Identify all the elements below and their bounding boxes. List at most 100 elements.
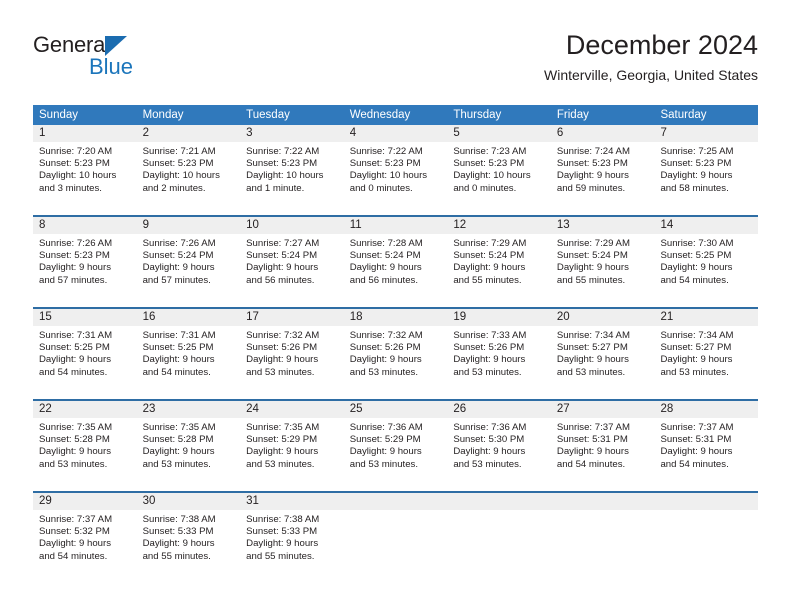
day-cell[interactable]: Sunrise: 7:36 AM Sunset: 5:30 PM Daylight:… bbox=[447, 418, 551, 491]
day-number[interactable]: 12 bbox=[447, 217, 551, 234]
day-number[interactable]: 10 bbox=[240, 217, 344, 234]
day-cell[interactable]: Sunrise: 7:35 AM Sunset: 5:28 PM Daylight:… bbox=[137, 418, 241, 491]
sunrise-time: Sunrise: 7:30 AM bbox=[660, 238, 734, 249]
day-number[interactable]: 6 bbox=[551, 125, 655, 142]
day-cell[interactable]: Sunrise: 7:20 AM Sunset: 5:23 PM Daylight:… bbox=[33, 142, 137, 215]
day-cell[interactable]: Sunrise: 7:21 AM Sunset: 5:23 PM Daylight:… bbox=[137, 142, 241, 215]
sunrise-time: Sunrise: 7:35 AM bbox=[246, 422, 320, 433]
day-cell[interactable]: Sunrise: 7:26 AM Sunset: 5:23 PM Daylight:… bbox=[33, 234, 137, 307]
day-number[interactable]: 30 bbox=[137, 493, 241, 510]
day-cell[interactable]: Sunrise: 7:23 AM Sunset: 5:23 PM Daylight:… bbox=[447, 142, 551, 215]
calendar-week-row: 8 9 10 11 12 13 14 Sunrise: 7:26 AM Sunset: 5:23… bbox=[33, 215, 758, 307]
daylight-duration-line1: Daylight: 9 hours bbox=[349, 446, 422, 458]
day-number[interactable]: 5 bbox=[447, 125, 551, 142]
daylight-duration-line1: Daylight: 9 hours bbox=[39, 354, 111, 366]
day-number[interactable]: 16 bbox=[137, 309, 241, 326]
day-number[interactable]: 3 bbox=[240, 125, 344, 142]
day-cell[interactable]: Sunrise: 7:38 AM Sunset: 5:33 PM Daylight:… bbox=[240, 510, 344, 583]
day-number[interactable]: 26 bbox=[447, 401, 551, 418]
daylight-duration-line2: and 54 minutes. bbox=[660, 458, 729, 470]
logo-triangle-icon bbox=[105, 36, 127, 56]
day-number[interactable]: 24 bbox=[240, 401, 344, 418]
day-cell[interactable]: Sunrise: 7:35 AM Sunset: 5:28 PM Daylight:… bbox=[33, 418, 137, 491]
daylight-duration-line2: and 53 minutes. bbox=[246, 458, 315, 470]
day-cell[interactable]: Sunrise: 7:34 AM Sunset: 5:27 PM Daylight:… bbox=[654, 326, 758, 399]
day-number[interactable]: 13 bbox=[551, 217, 655, 234]
day-number[interactable]: 29 bbox=[33, 493, 137, 510]
day-number[interactable]: 15 bbox=[33, 309, 137, 326]
daylight-duration-line2: and 54 minutes. bbox=[556, 458, 626, 470]
day-cell[interactable]: Sunrise: 7:22 AM Sunset: 5:23 PM Daylight:… bbox=[344, 142, 448, 215]
sunrise-time: Sunrise: 7:34 AM bbox=[556, 330, 630, 341]
daylight-duration-line1: Daylight: 9 hours bbox=[556, 262, 629, 274]
sunrise-time: Sunrise: 7:22 AM bbox=[246, 146, 320, 157]
day-cell[interactable]: Sunrise: 7:32 AM Sunset: 5:26 PM Daylight:… bbox=[240, 326, 344, 399]
daylight-duration-line1: Daylight: 9 hours bbox=[349, 262, 422, 274]
day-number[interactable]: 8 bbox=[33, 217, 137, 234]
sunrise-time: Sunrise: 7:28 AM bbox=[349, 238, 423, 249]
sunrise-time: Sunrise: 7:32 AM bbox=[349, 330, 423, 341]
day-number[interactable]: 27 bbox=[551, 401, 655, 418]
sunset-time: Sunset: 5:24 PM bbox=[142, 250, 214, 262]
day-number[interactable]: 23 bbox=[137, 401, 241, 418]
day-cell[interactable]: Sunrise: 7:33 AM Sunset: 5:26 PM Daylight:… bbox=[447, 326, 551, 399]
sunrise-time: Sunrise: 7:29 AM bbox=[556, 238, 630, 249]
daylight-duration-line1: Daylight: 9 hours bbox=[660, 446, 733, 458]
daylight-duration-line2: and 58 minutes. bbox=[660, 182, 729, 194]
day-number[interactable]: 14 bbox=[654, 217, 758, 234]
day-cell[interactable]: Sunrise: 7:30 AM Sunset: 5:25 PM Daylight:… bbox=[654, 234, 758, 307]
day-cell[interactable]: Sunrise: 7:37 AM Sunset: 5:31 PM Daylight:… bbox=[551, 418, 655, 491]
day-number[interactable]: 9 bbox=[137, 217, 241, 234]
day-number[interactable]: 4 bbox=[344, 125, 448, 142]
daylight-duration-line1: Daylight: 9 hours bbox=[660, 262, 733, 274]
day-cell[interactable]: Sunrise: 7:38 AM Sunset: 5:33 PM Daylight:… bbox=[137, 510, 241, 583]
day-number[interactable]: 19 bbox=[447, 309, 551, 326]
day-cell[interactable]: Sunrise: 7:36 AM Sunset: 5:29 PM Daylight:… bbox=[344, 418, 448, 491]
day-cell-empty bbox=[447, 510, 551, 583]
daylight-duration-line1: Daylight: 9 hours bbox=[660, 354, 733, 366]
day-cell[interactable]: Sunrise: 7:24 AM Sunset: 5:23 PM Daylight:… bbox=[551, 142, 655, 215]
sunset-time: Sunset: 5:31 PM bbox=[660, 434, 732, 446]
general-blue-logo[interactable]: General Blue bbox=[33, 34, 193, 84]
page-header: General Blue December 2024 Winterville, … bbox=[0, 0, 792, 100]
sunrise-time: Sunrise: 7:33 AM bbox=[453, 330, 527, 341]
daylight-duration-line1: Daylight: 9 hours bbox=[39, 446, 111, 458]
daylight-duration-line2: and 54 minutes. bbox=[660, 274, 729, 286]
day-number[interactable]: 18 bbox=[344, 309, 448, 326]
day-number[interactable]: 31 bbox=[240, 493, 344, 510]
day-number[interactable]: 25 bbox=[344, 401, 448, 418]
day-number-empty bbox=[551, 493, 655, 510]
day-cell[interactable]: Sunrise: 7:27 AM Sunset: 5:24 PM Daylight:… bbox=[240, 234, 344, 307]
sunset-time: Sunset: 5:23 PM bbox=[660, 158, 732, 170]
day-number[interactable]: 22 bbox=[33, 401, 137, 418]
day-cell[interactable]: Sunrise: 7:26 AM Sunset: 5:24 PM Daylight:… bbox=[137, 234, 241, 307]
day-cell[interactable]: Sunrise: 7:37 AM Sunset: 5:32 PM Daylight:… bbox=[33, 510, 137, 583]
day-cell[interactable]: Sunrise: 7:35 AM Sunset: 5:29 PM Daylight:… bbox=[240, 418, 344, 491]
sunrise-time: Sunrise: 7:38 AM bbox=[142, 514, 216, 525]
day-number[interactable]: 11 bbox=[344, 217, 448, 234]
day-cell[interactable]: Sunrise: 7:28 AM Sunset: 5:24 PM Daylight:… bbox=[344, 234, 448, 307]
day-number[interactable]: 28 bbox=[654, 401, 758, 418]
daylight-duration-line1: Daylight: 10 hours bbox=[453, 170, 531, 182]
day-cell[interactable]: Sunrise: 7:31 AM Sunset: 5:25 PM Daylight:… bbox=[33, 326, 137, 399]
day-number-empty bbox=[654, 493, 758, 510]
sunrise-time: Sunrise: 7:29 AM bbox=[453, 238, 527, 249]
day-cell[interactable]: Sunrise: 7:22 AM Sunset: 5:23 PM Daylight:… bbox=[240, 142, 344, 215]
day-number[interactable]: 21 bbox=[654, 309, 758, 326]
day-cell[interactable]: Sunrise: 7:32 AM Sunset: 5:26 PM Daylight:… bbox=[344, 326, 448, 399]
day-number[interactable]: 2 bbox=[137, 125, 241, 142]
day-number[interactable]: 1 bbox=[33, 125, 137, 142]
sunset-time: Sunset: 5:23 PM bbox=[142, 158, 214, 170]
day-number[interactable]: 7 bbox=[654, 125, 758, 142]
day-cell[interactable]: Sunrise: 7:29 AM Sunset: 5:24 PM Daylight:… bbox=[551, 234, 655, 307]
daylight-duration-line2: and 0 minutes. bbox=[453, 182, 517, 194]
day-cell[interactable]: Sunrise: 7:34 AM Sunset: 5:27 PM Daylight:… bbox=[551, 326, 655, 399]
day-cell[interactable]: Sunrise: 7:37 AM Sunset: 5:31 PM Daylight:… bbox=[654, 418, 758, 491]
day-number[interactable]: 17 bbox=[240, 309, 344, 326]
day-cell[interactable]: Sunrise: 7:31 AM Sunset: 5:25 PM Daylight:… bbox=[137, 326, 241, 399]
calendar-week-row: 22 23 24 25 26 27 28 Sunrise: 7:35 AM Sunset: 5:… bbox=[33, 399, 758, 491]
sunrise-time: Sunrise: 7:36 AM bbox=[453, 422, 527, 433]
day-cell[interactable]: Sunrise: 7:29 AM Sunset: 5:24 PM Daylight:… bbox=[447, 234, 551, 307]
day-cell[interactable]: Sunrise: 7:25 AM Sunset: 5:23 PM Daylight:… bbox=[654, 142, 758, 215]
day-number[interactable]: 20 bbox=[551, 309, 655, 326]
